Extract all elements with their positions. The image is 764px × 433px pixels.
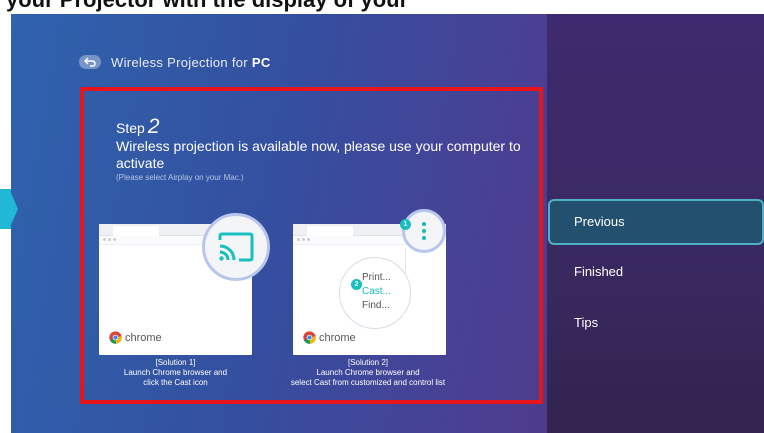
browser-menu-bubble: Print... Cast... Find... [339,257,411,329]
chrome-icon [109,331,122,344]
solution-2-line-2: select Cast from customized and control … [290,378,446,387]
cast-icon [218,232,254,262]
solution-1-caption: [Solution 1] Launch Chrome browser and c… [84,358,267,388]
step-note: (Please select Airplay on your Mac.) [116,173,244,182]
finished-button[interactable]: Finished [548,249,764,295]
step-highlight-box: Step 2 Wireless projection is available n… [80,87,543,404]
projector-screen: Wireless Projection for PC Step 2 Wireles… [11,14,764,433]
menu-item-print: Print... [362,272,391,283]
step-number: 2 [147,115,160,138]
step-message: Wireless projection is available now, pl… [116,138,521,171]
page-title-strong: PC [251,54,271,70]
chrome-logo-text: chrome [125,331,162,344]
chrome-logo-text: chrome [319,331,356,344]
back-icon[interactable] [79,55,101,69]
chrome-icon [303,331,316,344]
solution-1-title: [Solution 1] [155,358,196,367]
step-label: Step 2 [116,115,160,139]
solution-2-caption: [Solution 2] Launch Chrome browser and s… [262,358,474,388]
chrome-logo: chrome [303,331,356,344]
menu-item-find: Find... [362,300,390,311]
solution-2-title: [Solution 2] [347,358,389,367]
page-title-prefix: Wireless Projection for [111,54,248,70]
step-badge-1: 1 [400,219,411,230]
more-menu-icon [402,209,446,253]
solution-1-line-2: click the Cast icon [143,378,208,387]
step-badge-2: 2 [351,279,362,290]
browser-menu-preview [405,248,441,310]
page-title: Wireless Projection for PC [111,55,271,70]
cast-icon-bubble [202,213,270,281]
previous-button[interactable]: Previous [548,199,764,245]
menu-item-cast: Cast... [362,286,391,297]
cropped-caption-text: your Projector with the display of your [6,0,408,13]
solution-1-line-1: Launch Chrome browser and [123,368,228,377]
chrome-logo: chrome [109,331,162,344]
left-edge-arrow-icon [0,189,18,229]
page-header: Wireless Projection for PC [79,52,271,72]
top-cropped-caption: your Projector with the display of your [0,0,764,14]
step-word: Step [116,120,145,136]
solution-2-line-1: Launch Chrome browser and [316,368,420,377]
tips-button[interactable]: Tips [548,300,764,346]
